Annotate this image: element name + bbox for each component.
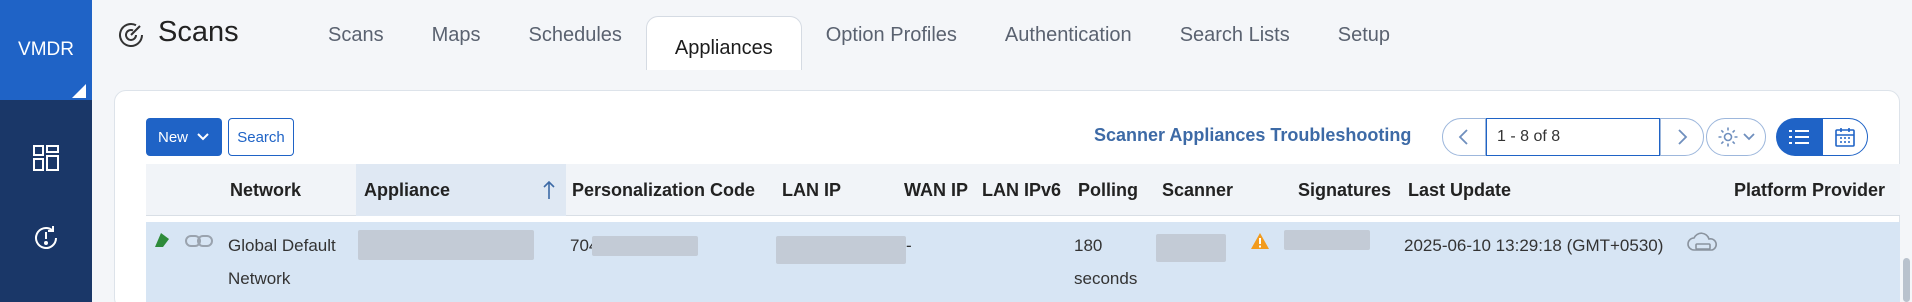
page-header: Scans Scans Maps Schedules Appliances Op… [92, 0, 1912, 70]
table-row[interactable]: Global Default Network 704 - 180 seconds… [146, 222, 1900, 302]
calendar-view-button[interactable] [1822, 118, 1868, 156]
last-update-value: 2025-06-10 13:29:18 (GMT+0530) [1404, 236, 1664, 255]
tab-search-lists[interactable]: Search Lists [1156, 0, 1314, 70]
status-online-icon [155, 233, 169, 247]
column-appliance[interactable]: Appliance [356, 164, 566, 216]
column-wan-ip[interactable]: WAN IP [904, 164, 968, 216]
link-icon[interactable] [184, 232, 214, 250]
chevron-down-icon [1743, 133, 1755, 141]
tab-appliances[interactable]: Appliances [645, 16, 802, 70]
next-page-button[interactable] [1660, 118, 1704, 156]
polling-unit: seconds [1074, 269, 1138, 288]
gear-icon [1718, 127, 1738, 147]
warning-icon[interactable] [1250, 232, 1270, 250]
tab-schedules[interactable]: Schedules [505, 0, 646, 70]
chevron-right-icon [1678, 129, 1688, 145]
tab-scans[interactable]: Scans [304, 0, 408, 70]
network-name-line2: Network [228, 269, 291, 288]
corner-indicator-icon [72, 84, 86, 98]
troubleshooting-link[interactable]: Scanner Appliances Troubleshooting [1094, 125, 1411, 146]
vertical-scrollbar[interactable] [1903, 258, 1910, 302]
previous-page-button[interactable] [1442, 118, 1486, 156]
sort-ascending-icon [543, 180, 555, 199]
column-lan-ipv6[interactable]: LAN IPv6 [982, 164, 1061, 216]
column-network[interactable]: Network [230, 164, 301, 216]
dashboard-icon[interactable] [30, 142, 62, 174]
column-lan-ip[interactable]: LAN IP [782, 164, 841, 216]
network-name: Global Default [228, 236, 336, 255]
app-title: Scans [158, 16, 239, 48]
appliance-name-redacted[interactable] [358, 230, 534, 260]
history-icon[interactable] [30, 222, 62, 254]
column-polling[interactable]: Polling [1078, 164, 1138, 216]
pagination: 1 - 8 of 8 [1442, 118, 1704, 156]
tab-authentication[interactable]: Authentication [981, 0, 1156, 70]
tab-maps[interactable]: Maps [408, 0, 505, 70]
scanner-redacted [1156, 234, 1226, 262]
list-view-icon [1789, 130, 1809, 144]
brand-label: VMDR [18, 39, 74, 60]
wan-ip-value: - [906, 236, 912, 255]
settings-dropdown-button[interactable] [1706, 118, 1766, 156]
column-appliance-label: Appliance [364, 179, 451, 200]
table-header: Network Appliance Personalization Code L… [146, 164, 1900, 216]
list-view-button[interactable] [1776, 118, 1822, 156]
signatures-redacted [1284, 230, 1370, 250]
column-personalization-code[interactable]: Personalization Code [572, 164, 755, 216]
personalization-code-redacted [592, 236, 698, 256]
lan-ip-redacted [776, 236, 906, 264]
polling-value: 180 [1074, 236, 1103, 255]
tab-option-profiles[interactable]: Option Profiles [802, 0, 981, 70]
chevron-left-icon [1458, 129, 1468, 145]
new-button[interactable]: New [146, 118, 222, 156]
search-button[interactable]: Search [228, 118, 294, 156]
scan-radar-icon [116, 20, 146, 50]
left-rail: VMDR [0, 0, 92, 302]
vmdr-brand-button[interactable]: VMDR [0, 0, 92, 100]
column-scanner[interactable]: Scanner [1162, 164, 1233, 216]
calendar-icon [1835, 128, 1855, 147]
chevron-down-icon [197, 133, 209, 141]
cloud-appliance-icon [1687, 232, 1717, 251]
column-signatures[interactable]: Signatures [1298, 164, 1391, 216]
tab-bar: Scans Maps Schedules Appliances Option P… [304, 0, 1414, 70]
column-platform-provider[interactable]: Platform Provider [1734, 164, 1885, 216]
tab-setup[interactable]: Setup [1314, 0, 1414, 70]
column-last-update[interactable]: Last Update [1408, 164, 1511, 216]
new-button-label: New [157, 128, 188, 146]
page-range-field[interactable]: 1 - 8 of 8 [1486, 118, 1660, 156]
